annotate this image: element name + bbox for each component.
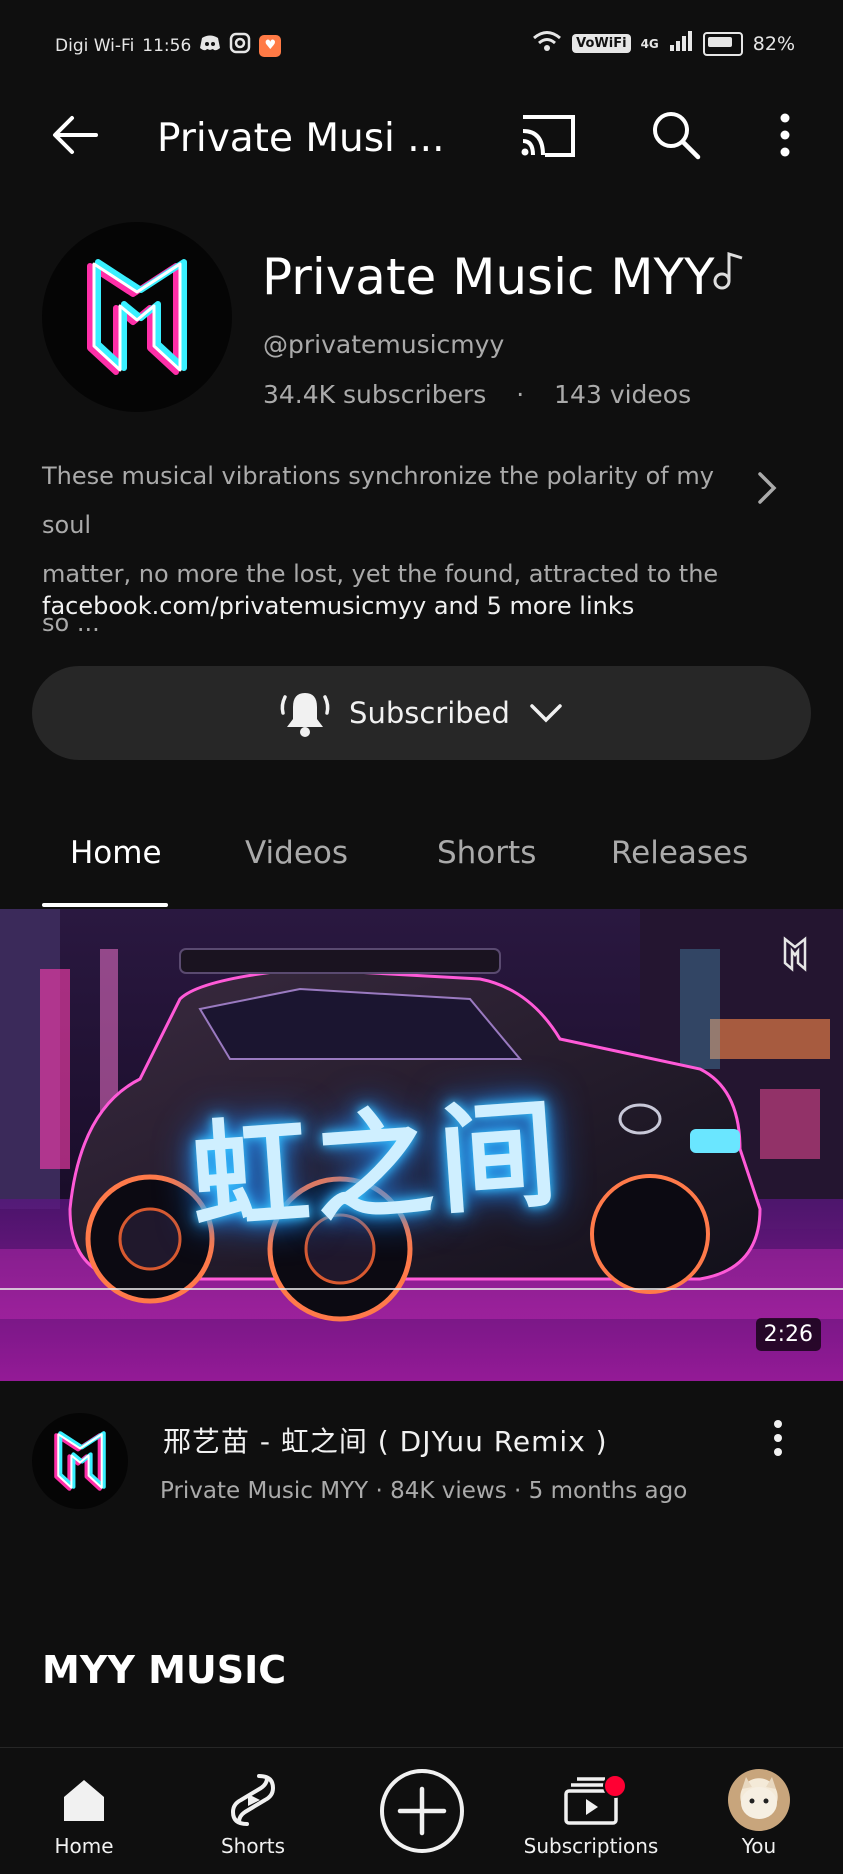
- channel-stats: 34.4K subscribers · 143 videos: [263, 380, 691, 409]
- bell-icon: [280, 693, 330, 737]
- description-line: These musical vibrations synchronize the…: [42, 462, 714, 539]
- status-bar: Digi Wi-Fi 11:56 ♥ VoWiFi 4G 82%: [0, 22, 843, 62]
- nav-label: Subscriptions: [523, 1834, 659, 1858]
- cast-icon: [521, 115, 575, 157]
- featured-video-thumbnail[interactable]: 虹之间 2:26: [0, 909, 843, 1381]
- chevron-right-icon[interactable]: [752, 468, 782, 512]
- wifi-icon: [532, 30, 562, 57]
- clock: 11:56: [142, 35, 192, 56]
- nav-label: You: [741, 1834, 777, 1858]
- music-note-icon: [712, 250, 744, 300]
- shopping-app-icon: ♥: [259, 34, 282, 57]
- subscriber-count: 34.4K subscribers: [263, 380, 487, 409]
- nav-label: Shorts: [220, 1834, 286, 1858]
- channel-links[interactable]: facebook.com/privatemusicmyy and 5 more …: [42, 592, 634, 620]
- video-channel-avatar[interactable]: [32, 1413, 128, 1509]
- bottom-navigation: Home Shorts Subscriptions You: [0, 1747, 843, 1874]
- discord-icon: [199, 34, 221, 57]
- stats-separator: ·: [516, 380, 525, 409]
- nav-subscriptions[interactable]: Subscriptions: [516, 1748, 666, 1874]
- more-vertical-icon: [780, 113, 790, 157]
- create-icon: [380, 1769, 464, 1853]
- chevron-down-icon: [530, 704, 562, 723]
- network-label: 4G: [640, 36, 659, 51]
- cast-button[interactable]: [516, 102, 580, 168]
- video-more-button[interactable]: [766, 1418, 790, 1462]
- home-icon: [64, 1780, 104, 1821]
- nav-label: Home: [54, 1834, 114, 1858]
- active-tab-indicator: [42, 903, 168, 907]
- channel-logo-icon: [87, 259, 187, 375]
- search-button[interactable]: [646, 102, 706, 168]
- tab-home[interactable]: Home: [70, 835, 162, 871]
- video-count: 143 videos: [554, 380, 692, 409]
- battery-level: 82%: [752, 32, 795, 55]
- channel-logo-icon: [54, 1431, 106, 1491]
- more-vertical-icon: [774, 1420, 782, 1456]
- top-app-bar: Private Musi ...: [0, 90, 843, 170]
- video-meta: Private Music MYY · 84K views · 5 months…: [160, 1478, 688, 1504]
- channel-name: Private Music MYY: [262, 248, 715, 306]
- subscribed-label: Subscribed: [349, 696, 510, 730]
- section-title: MYY MUSIC: [42, 1648, 287, 1692]
- video-title[interactable]: 邢艺苗 - 虹之间 ( DJYuu Remix ): [163, 1420, 608, 1460]
- video-duration: 2:26: [755, 1318, 821, 1351]
- tab-shorts[interactable]: Shorts: [437, 835, 536, 871]
- user-avatar: [728, 1769, 790, 1831]
- tab-releases[interactable]: Releases: [611, 835, 748, 871]
- notification-dot: [603, 1774, 627, 1798]
- signal-icon: [669, 30, 693, 57]
- nav-you[interactable]: You: [684, 1748, 834, 1874]
- thumbnail-neon-title: 虹之间: [186, 1083, 568, 1248]
- nav-home[interactable]: Home: [9, 1748, 159, 1874]
- page-title: Private Musi ...: [157, 116, 445, 161]
- battery-icon: [702, 31, 743, 56]
- search-icon: [653, 112, 701, 160]
- more-options-button[interactable]: [766, 102, 804, 168]
- channel-tabs: Home Videos Shorts Releases: [0, 800, 843, 908]
- channel-avatar[interactable]: [42, 222, 232, 412]
- carrier-label: Digi Wi-Fi: [55, 35, 135, 56]
- back-button[interactable]: [42, 102, 108, 168]
- nav-create[interactable]: [347, 1748, 497, 1874]
- tab-videos[interactable]: Videos: [245, 835, 348, 871]
- back-arrow-icon: [53, 116, 98, 154]
- vowifi-badge: VoWiFi: [572, 34, 631, 53]
- nav-shorts[interactable]: Shorts: [178, 1748, 328, 1874]
- subscribed-button[interactable]: Subscribed: [32, 666, 811, 760]
- shorts-icon: [230, 1774, 276, 1826]
- channel-handle: @privatemusicmyy: [263, 330, 505, 359]
- instagram-icon: [229, 32, 251, 59]
